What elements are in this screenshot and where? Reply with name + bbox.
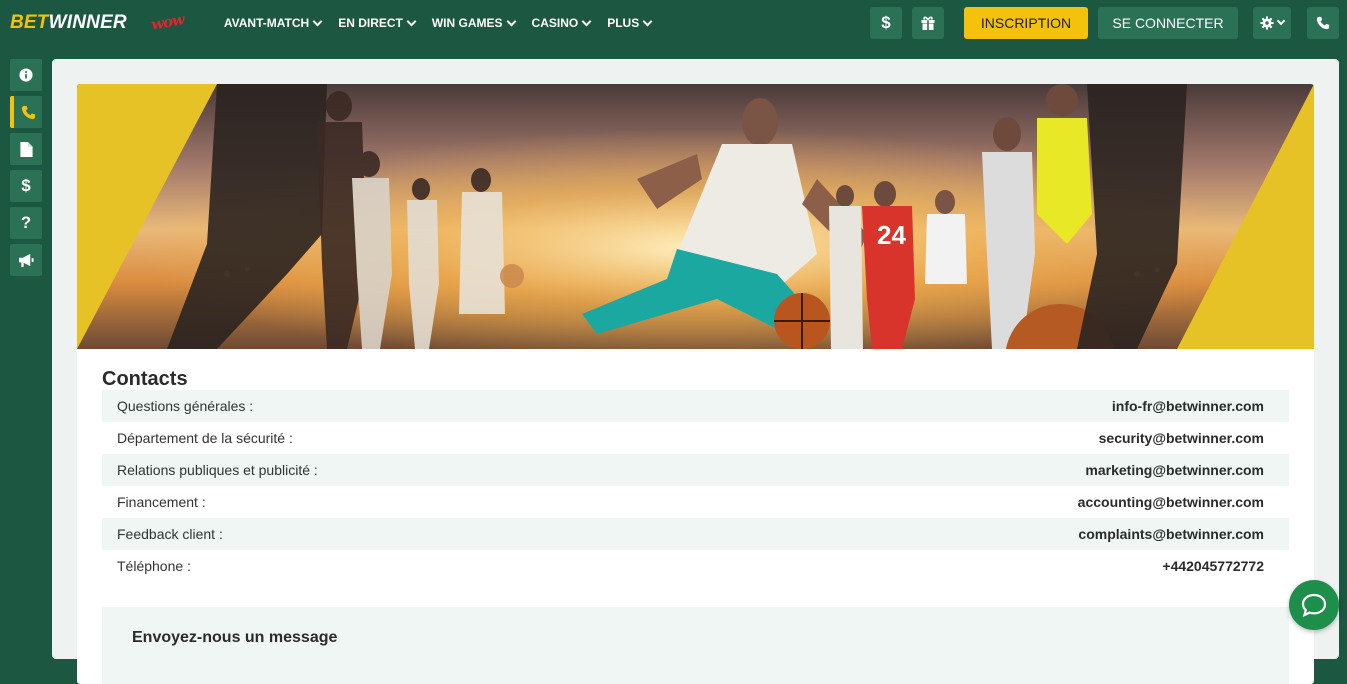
top-bar: BETWINNER wow AVANT-MATCH EN DIRECT WIN … [0,0,1347,46]
contact-email-general[interactable]: info-fr@betwinner.com [1112,398,1264,414]
login-button[interactable]: SE CONNECTER [1098,7,1238,39]
question-icon: ? [20,213,32,232]
gift-icon [921,16,935,30]
promo-badge[interactable]: wow [150,10,211,36]
register-button[interactable]: INSCRIPTION [964,7,1088,39]
chevron-down-icon [406,16,417,26]
document-icon [19,141,33,157]
dollar-icon: $ [21,176,31,195]
sidebar-item-payments[interactable]: $ [10,170,42,202]
info-sidebar: $ ? [10,59,42,281]
contact-row-marketing: Relations publiques et publicité : marke… [102,454,1289,486]
contact-row-phone: Téléphone : +442045772772 [102,550,1289,582]
megaphone-icon [18,253,34,267]
info-icon [19,68,33,82]
sidebar-item-documents[interactable] [10,133,42,165]
contact-label: Feedback client : [117,526,223,542]
main-nav: AVANT-MATCH EN DIRECT WIN GAMES CASINO P… [224,16,668,30]
nav-plus[interactable]: PLUS [607,16,653,30]
nav-avant-match[interactable]: AVANT-MATCH [224,16,323,30]
svg-text:24: 24 [877,220,906,250]
phone-icon [21,105,35,119]
chevron-down-icon [642,16,653,26]
call-button[interactable] [1307,7,1339,39]
live-chat-button[interactable] [1289,580,1339,630]
message-form-title: Envoyez-nous un message [132,629,338,646]
nav-en-direct[interactable]: EN DIRECT [338,16,417,30]
settings-button[interactable] [1253,7,1291,39]
contacts-card: 24 Contacts Questions générales: info-f… [77,84,1314,684]
nav-casino[interactable]: CASINO [532,16,592,30]
contact-row-accounting: Financement : accounting@betwinner.com [102,486,1289,518]
contact-row-security: Département de la sécurité : security@be… [102,422,1289,454]
chevron-down-icon [581,16,592,26]
nav-win-games[interactable]: WIN GAMES [432,16,516,30]
contact-email-complaints[interactable]: complaints@betwinner.com [1078,526,1264,542]
sidebar-item-faq[interactable]: ? [10,207,42,239]
contact-label: Département de la sécurité : [117,430,293,446]
contacts-title: Contacts [102,368,188,390]
sidebar-item-contacts-inner [14,96,42,128]
sidebar-item-info[interactable] [10,59,42,91]
deposit-button[interactable]: $ [870,7,902,39]
contacts-table: Questions générales : info-fr@betwinner.… [102,390,1289,582]
contact-email-marketing[interactable]: marketing@betwinner.com [1085,462,1264,478]
contact-label: Relations publiques et publicité : [117,462,318,478]
contact-phone-number[interactable]: +442045772772 [1162,558,1264,574]
phone-icon [1316,16,1330,30]
message-form-section: Envoyez-nous un message [102,607,1289,684]
betwinner-logo[interactable]: BETWINNER [10,12,127,34]
chat-icon [1301,593,1327,617]
content-panel: 24 Contacts Questions générales: info-f… [52,59,1339,684]
dollar-icon: $ [881,13,891,32]
bonus-button[interactable] [912,7,944,39]
contact-label: Financement : [117,494,206,510]
contact-email-security[interactable]: security@betwinner.com [1099,430,1264,446]
contact-email-accounting[interactable]: accounting@betwinner.com [1078,494,1264,510]
sidebar-item-announcements[interactable] [10,244,42,276]
sports-banner-artwork: 24 [77,84,1314,349]
chevron-down-icon [1276,16,1286,26]
contact-label: Questions générales : [117,398,254,414]
header-actions: $ INSCRIPTION SE CONNECTER [870,0,1347,46]
contact-row-complaints: Feedback client : complaints@betwinner.c… [102,518,1289,550]
gear-icon [1260,16,1274,30]
contact-label: Téléphone : [117,558,191,574]
chevron-down-icon [506,16,516,26]
contact-row-general: Questions générales : info-fr@betwinner.… [102,390,1289,422]
sidebar-item-contacts[interactable] [10,96,42,128]
chevron-down-icon [312,16,323,26]
sports-banner-image: 24 [77,84,1314,349]
